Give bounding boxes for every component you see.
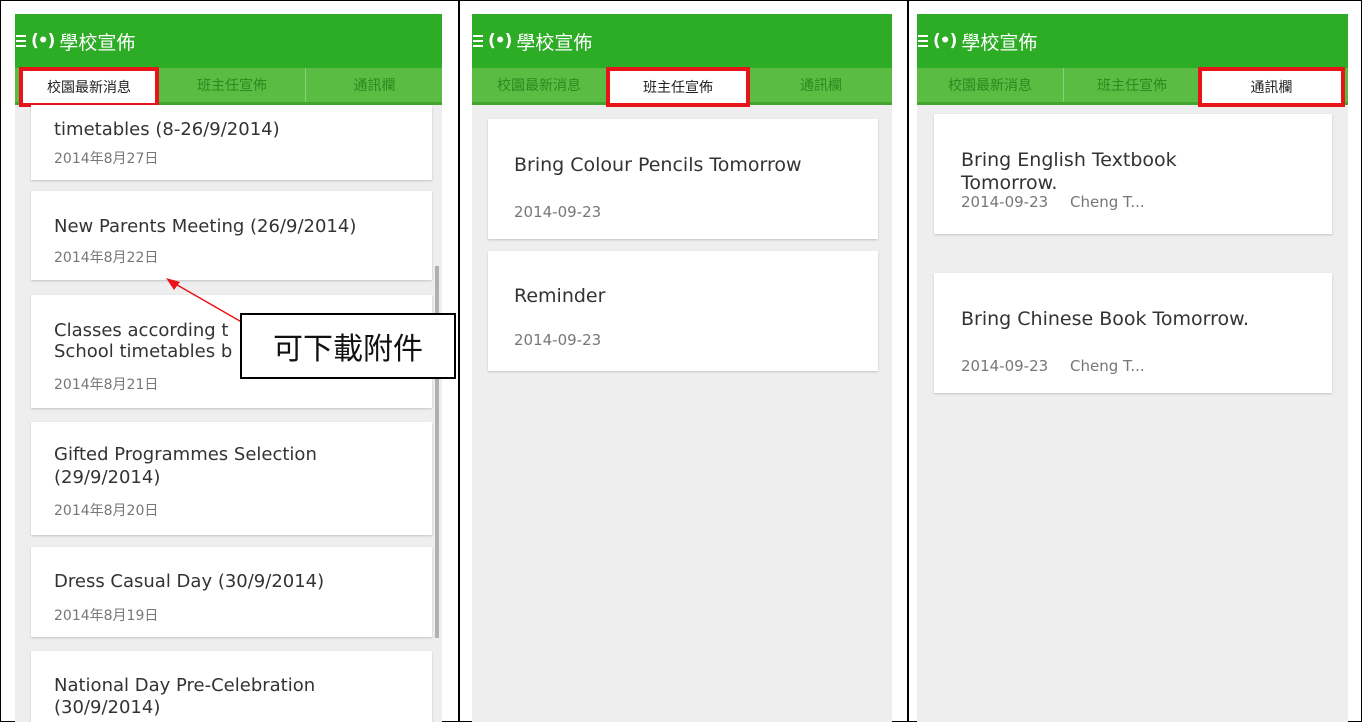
app-bar: (•) 學校宣佈 (15, 14, 442, 68)
item-date: 2014年8月22日 (54, 250, 159, 266)
app-title: 學校宣佈 (516, 31, 593, 54)
tab-communication[interactable]: 通訊欄 (305, 68, 442, 102)
panel-divider (907, 0, 909, 722)
app-bar: (•) 學校宣佈 (472, 14, 892, 68)
tab-communication[interactable]: 通訊欄 (1198, 67, 1345, 107)
list-item[interactable]: Gifted Programmes Selection (29/9/2014) … (31, 422, 432, 535)
item-date: 2014-09-23 (514, 331, 602, 349)
screen-communication: (•) 學校宣佈 校園最新消息 班主任宣佈 通訊欄 Bring English … (917, 14, 1348, 722)
app-title: 學校宣佈 (59, 31, 136, 54)
item-title: Reminder (514, 285, 606, 307)
list-item[interactable]: Bring English Textbook Tomorrow. 2014-09… (934, 114, 1332, 234)
list-item[interactable]: National Day Pre-Celebration (30/9/2014) (31, 651, 432, 722)
tab-class-teacher[interactable]: 班主任宣佈 (159, 68, 305, 102)
tab-class-teacher[interactable]: 班主任宣佈 (606, 67, 750, 107)
item-author: Cheng T... (1070, 193, 1145, 211)
item-date: 2014年8月27日 (54, 151, 159, 167)
attachment-callout: 可下載附件 (240, 313, 456, 379)
menu-icon[interactable] (16, 35, 26, 47)
tab-news[interactable]: 校園最新消息 (472, 68, 606, 102)
item-date: 2014-09-23 (514, 203, 602, 221)
broadcast-icon: (•) (31, 31, 55, 51)
tab-communication[interactable]: 通訊欄 (750, 68, 892, 102)
item-title: Bring Chinese Book Tomorrow. (961, 308, 1250, 330)
tab-bar: 校園最新消息 班主任宣佈 通訊欄 (472, 67, 892, 107)
broadcast-icon: (•) (488, 31, 512, 51)
list-item[interactable]: New Parents Meeting (26/9/2014) 2014年8月2… (31, 191, 432, 280)
item-title-line2: Tomorrow. (961, 172, 1058, 194)
screen-class-teacher: (•) 學校宣佈 校園最新消息 班主任宣佈 通訊欄 Bring Colour P… (472, 14, 892, 722)
item-title-line1: Bring English Textbook (961, 149, 1177, 171)
item-title-line1: National Day Pre-Celebration (54, 675, 316, 696)
tab-news[interactable]: 校園最新消息 (19, 67, 159, 107)
item-author: Cheng T... (1070, 357, 1145, 375)
item-date: 2014-09-23 (961, 193, 1049, 211)
item-date: 2014年8月21日 (54, 377, 159, 393)
app-bar: (•) 學校宣佈 (917, 14, 1348, 68)
item-title-line2: School timetables b (54, 341, 233, 362)
item-title-line2: (30/9/2014) (54, 697, 161, 718)
list-item[interactable]: Bring Colour Pencils Tomorrow 2014-09-23 (488, 119, 878, 239)
tab-bar: 校園最新消息 班主任宣佈 通訊欄 (15, 67, 442, 107)
item-title: Bring Colour Pencils Tomorrow (514, 154, 802, 176)
item-title: Dress Casual Day (30/9/2014) (54, 571, 325, 592)
list-item[interactable]: Reminder 2014-09-23 (488, 251, 878, 371)
menu-icon[interactable] (918, 35, 928, 47)
list-item[interactable]: timetables (8-26/9/2014) 2014年8月27日 (31, 105, 432, 180)
item-title: timetables (8-26/9/2014) (54, 119, 280, 140)
item-title-line2: (29/9/2014) (54, 467, 161, 488)
tab-news[interactable]: 校園最新消息 (917, 68, 1063, 102)
item-title: New Parents Meeting (26/9/2014) (54, 216, 357, 237)
item-date: 2014年8月20日 (54, 503, 159, 519)
panel-divider (458, 0, 460, 722)
tab-class-teacher[interactable]: 班主任宣佈 (1063, 68, 1200, 102)
item-date: 2014年8月19日 (54, 608, 159, 624)
broadcast-icon: (•) (933, 31, 957, 51)
menu-icon[interactable] (473, 35, 483, 47)
list-item[interactable]: Dress Casual Day (30/9/2014) 2014年8月19日 (31, 547, 432, 637)
app-title: 學校宣佈 (961, 31, 1038, 54)
tab-bar: 校園最新消息 班主任宣佈 通訊欄 (917, 67, 1348, 107)
item-title-line1: Gifted Programmes Selection (54, 444, 317, 465)
list-item[interactable]: Bring Chinese Book Tomorrow. 2014-09-23 … (934, 273, 1332, 393)
item-date: 2014-09-23 (961, 357, 1049, 375)
